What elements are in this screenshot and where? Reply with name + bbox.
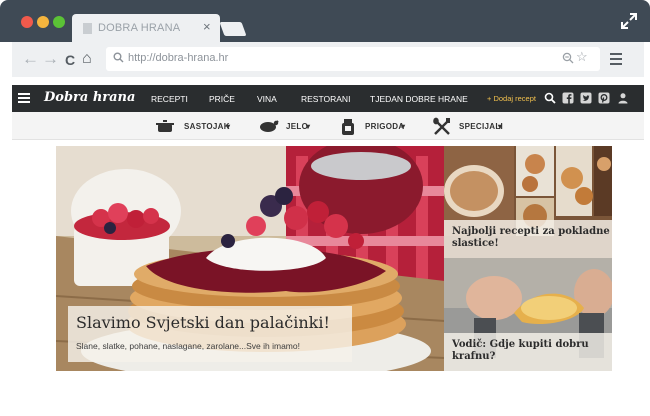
nav-item-tjedan-dobre-hrane[interactable]: TJEDAN DOBRE HRANE [370,94,468,104]
forward-arrow-icon[interactable]: → [42,50,59,68]
chevron-down-icon: ▾ [401,122,406,131]
maximize-window-button[interactable] [53,16,65,28]
browser-tab[interactable]: DOBRA HRANA × [72,14,220,42]
side-title[interactable]: Vodič: Gdje kupiti dobru krafnu? [452,339,610,363]
reload-icon[interactable]: C [65,51,75,69]
site-header: Dobra hrana RECEPTI PRIČE VINA RESTORANI… [12,85,644,112]
side-caption: Najbolji recepti za pokladne slastice! [444,220,612,258]
browser-titlebar: DOBRA HRANA × [0,0,650,42]
nav-item-recepti[interactable]: RECEPTI [151,94,188,104]
chevron-down-icon: ▾ [498,122,503,131]
hero-caption: Slavimo Svjetski dan palačinki! Slane, s… [68,306,352,362]
page-icon [83,23,92,34]
hamburger-menu-icon[interactable] [18,93,30,105]
pot-icon [156,120,174,132]
search-icon[interactable] [544,92,556,104]
minimize-window-button[interactable] [37,16,49,28]
crossed-utensils-icon [433,117,450,135]
side-caption: Vodič: Gdje kupiti dobru krafnu? [444,333,612,371]
chevron-down-icon: ▾ [306,122,311,131]
category-label: SASTOJAK [184,122,230,131]
hero-feature[interactable]: Slavimo Svjetski dan palačinki! Slane, s… [56,146,445,371]
side-title[interactable]: Najbolji recepti za pokladne slastice! [452,226,610,250]
tab-close-icon[interactable]: × [203,20,211,34]
page-viewport: Dobra hrana RECEPTI PRIČE VINA RESTORANI… [12,77,644,377]
address-bar[interactable]: http://dobra-hrana.hr ☆ [106,47,600,71]
browser-menu-icon[interactable] [610,53,622,68]
browser-window: DOBRA HRANA × ← → C ⌂ http://dobra-hrana… [0,0,650,416]
nav-item-price[interactable]: PRIČE [209,94,235,104]
category-label: PRIGODA [365,122,405,131]
add-recipe-link[interactable]: + Dodaj recept [487,94,536,103]
category-bar: SASTOJAK ▾ JELO ▾ PRIGODA ▾ SPECIJALI ▾ [12,112,644,140]
roast-chicken-icon [260,120,279,132]
zoom-icon[interactable] [562,52,574,64]
close-window-button[interactable] [21,16,33,28]
twitter-icon[interactable] [580,92,592,104]
browser-toolbar: ← → C ⌂ http://dobra-hrana.hr ☆ [12,42,644,77]
category-label: SPECIJALI [459,122,504,131]
bookmark-star-icon[interactable]: ☆ [576,49,588,65]
nav-item-vina[interactable]: VINA [257,94,277,104]
back-arrow-icon[interactable]: ← [22,50,39,68]
fullscreen-icon[interactable] [620,12,638,30]
new-tab-button[interactable] [219,22,247,36]
search-icon [113,52,124,63]
hero-subtitle: Slane, slatke, pohane, naslagane, zarola… [76,341,300,351]
chevron-down-icon: ▾ [226,122,231,131]
facebook-icon[interactable] [562,92,574,104]
gift-jar-icon [342,119,354,135]
pinterest-icon[interactable] [598,92,610,104]
home-icon[interactable]: ⌂ [82,50,92,68]
url-text[interactable]: http://dobra-hrana.hr [128,52,228,64]
hero-title[interactable]: Slavimo Svjetski dan palačinki! [76,313,330,332]
category-label: JELO [286,122,309,131]
tab-title: DOBRA HRANA [98,22,181,34]
site-logo[interactable]: Dobra hrana [44,90,135,105]
side-feature-donut-guide[interactable]: Vodič: Gdje kupiti dobru krafnu? [444,258,612,371]
nav-item-restorani[interactable]: RESTORANI [301,94,350,104]
user-icon[interactable] [617,92,629,104]
side-feature-pastries[interactable]: Najbolji recepti za pokladne slastice! [444,146,612,258]
